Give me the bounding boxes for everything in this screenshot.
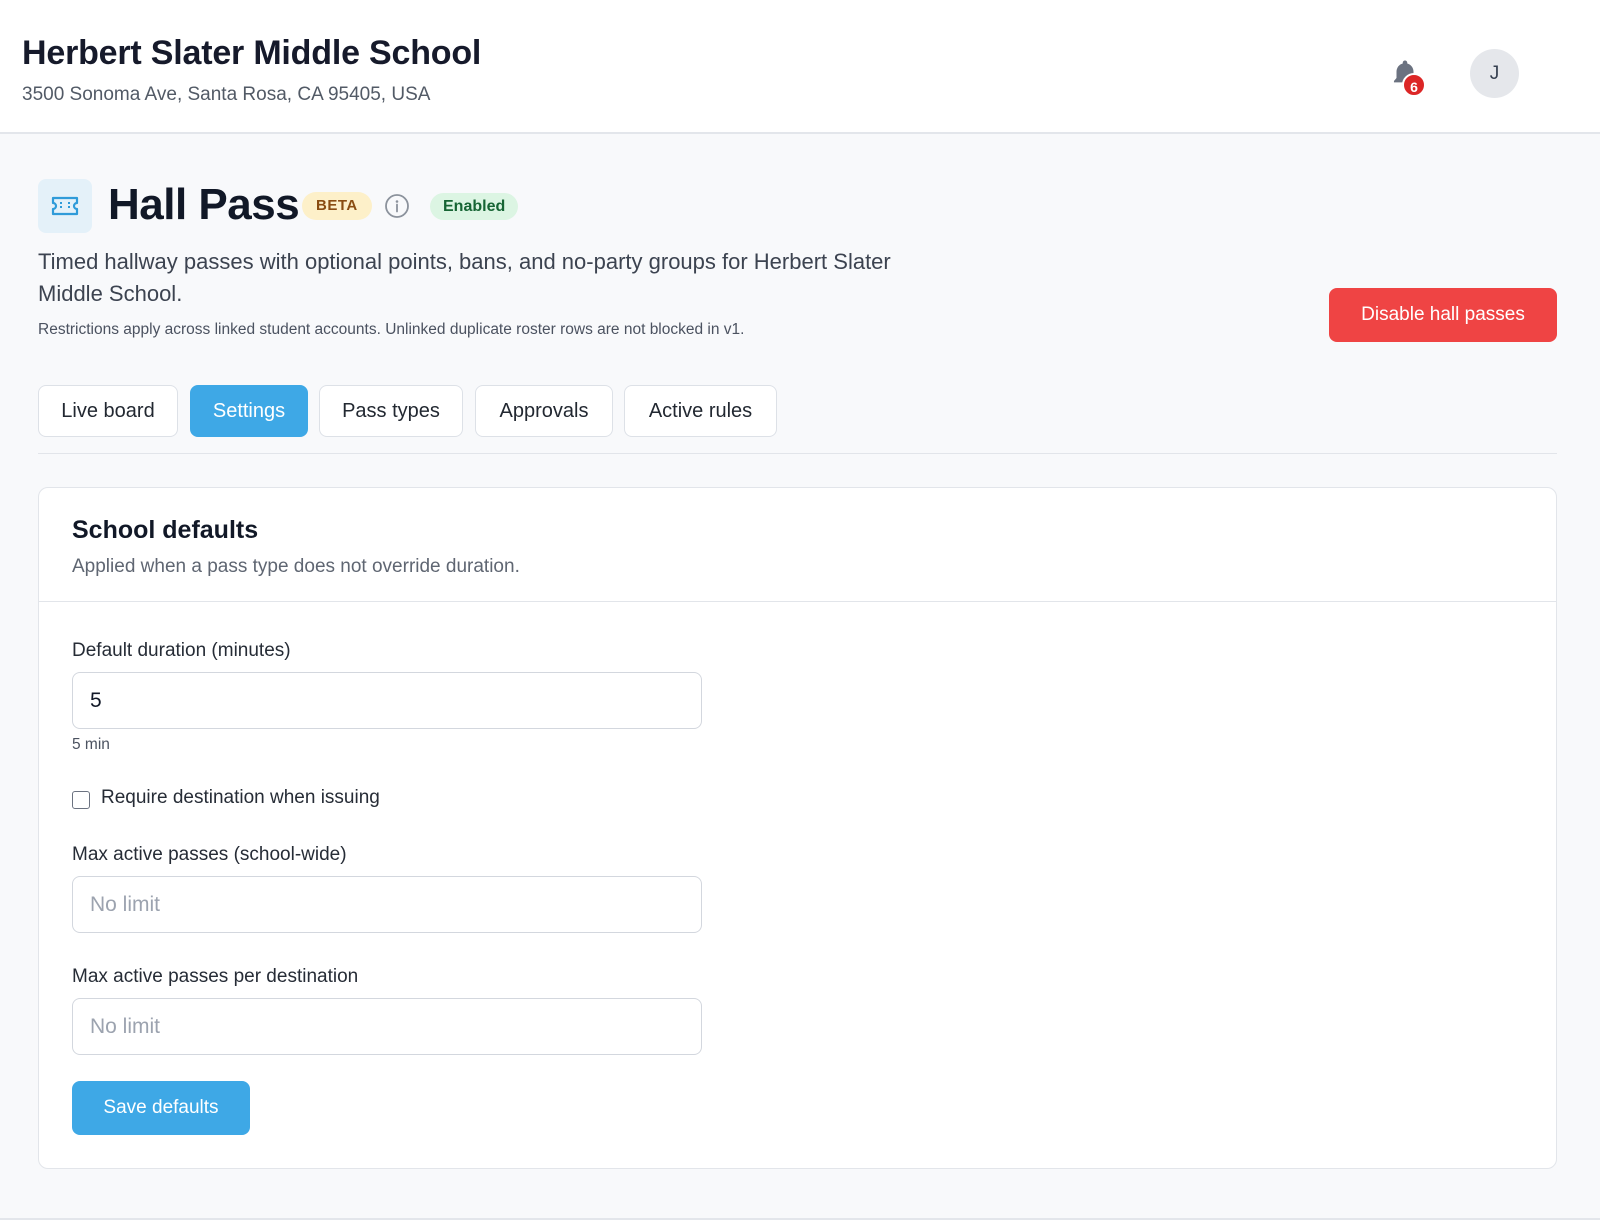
tab-pass-types[interactable]: Pass types [319,385,463,437]
tab-settings[interactable]: Settings [190,385,308,437]
notification-count-badge: 6 [1402,73,1426,97]
info-icon[interactable] [384,193,410,219]
card-title: School defaults [72,516,259,544]
status-badge: Enabled [430,193,519,220]
school-defaults-card: School defaults Applied when a pass type… [38,487,1557,1169]
card-subtitle: Applied when a pass type does not overri… [72,556,520,577]
default-duration-input[interactable] [72,672,702,729]
beta-badge: BETA [302,192,372,220]
max-active-destination-label: Max active passes per destination [72,966,359,987]
tab-live-board[interactable]: Live board [38,385,178,437]
max-active-school-input[interactable] [72,876,702,933]
school-name: Herbert Slater Middle School [22,34,482,72]
save-defaults-button[interactable]: Save defaults [72,1081,250,1135]
max-active-destination-input[interactable] [72,998,702,1055]
default-duration-hint: 5 min [72,736,110,753]
tab-active-rules[interactable]: Active rules [624,385,777,437]
avatar[interactable]: J [1470,49,1519,98]
require-destination-label[interactable]: Require destination when issuing [101,787,380,809]
ticket-icon [38,179,92,233]
require-destination-checkbox[interactable] [72,791,90,809]
page-title: Hall Pass [108,180,300,229]
tab-approvals[interactable]: Approvals [475,385,613,437]
default-duration-label: Default duration (minutes) [72,640,291,661]
top-bar: Herbert Slater Middle School 3500 Sonoma… [0,0,1600,134]
card-header: School defaults Applied when a pass type… [39,488,1556,602]
page-description: Timed hallway passes with optional point… [38,249,891,306]
school-address: 3500 Sonoma Ave, Santa Rosa, CA 95405, U… [22,84,431,105]
divider [38,453,1557,454]
max-active-school-label: Max active passes (school-wide) [72,844,347,865]
page-note: Restrictions apply across linked student… [38,321,745,338]
disable-hall-passes-button[interactable]: Disable hall passes [1329,288,1557,342]
